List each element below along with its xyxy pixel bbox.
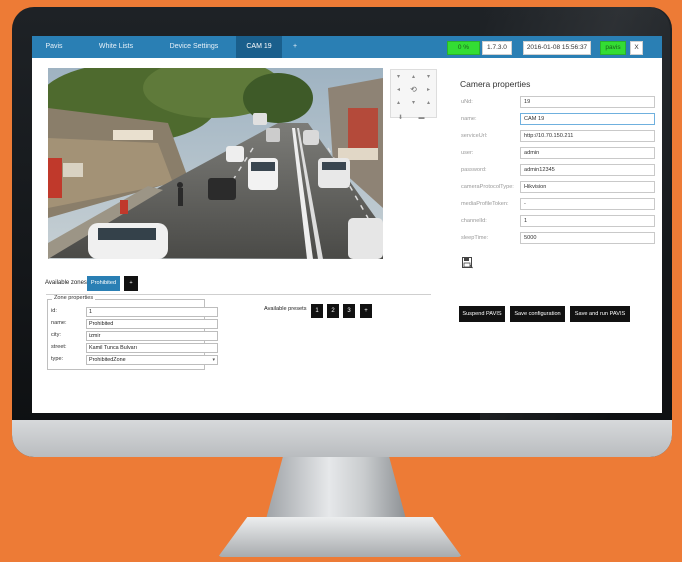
save-configuration-button[interactable]: Save configuration xyxy=(510,306,565,322)
label-media-profile-token: mediaProfileToken: xyxy=(461,201,509,207)
field-media-profile-token[interactable]: - xyxy=(520,198,655,210)
label-password: password: xyxy=(461,167,487,173)
top-nav-bar: Pavis White Lists Device Settings CAM 19… xyxy=(32,36,662,58)
progress-percent: 0 % xyxy=(447,41,480,55)
zone-label-street: street: xyxy=(51,344,67,350)
label-camera-protocol-type: cameraProtocolType: xyxy=(461,184,514,190)
user-badge[interactable]: pavis xyxy=(600,41,626,55)
preset-button-2[interactable]: 2 xyxy=(327,304,339,318)
zoom-out-icon[interactable]: ⬇ xyxy=(394,112,407,124)
zone-type-value: ProhibitedZone xyxy=(89,357,126,363)
zone-field-id[interactable]: 1 xyxy=(86,307,218,317)
monitor-chin xyxy=(12,420,672,457)
close-button[interactable]: X xyxy=(630,41,643,55)
ptz-up-button[interactable]: ▴ xyxy=(407,71,420,83)
label-name: name: xyxy=(461,116,477,122)
ptz-up-right-button[interactable]: ▾ xyxy=(422,71,435,83)
zone-label-city: city: xyxy=(51,332,61,338)
ptz-down-right-button[interactable]: ▴ xyxy=(422,97,435,109)
field-password[interactable]: admin12345 xyxy=(520,164,655,176)
field-uid[interactable]: 19 xyxy=(520,96,655,108)
monitor-stand-base xyxy=(218,517,462,557)
label-uid: uNd: xyxy=(461,99,473,105)
tab-cam-19[interactable]: CAM 19 xyxy=(236,36,282,58)
save-icon[interactable] xyxy=(462,257,473,269)
ptz-down-left-button[interactable]: ▴ xyxy=(392,97,405,109)
available-presets-label: Available presets xyxy=(264,306,307,312)
ptz-up-left-button[interactable]: ▾ xyxy=(392,71,405,83)
preset-button-1[interactable]: 1 xyxy=(311,304,323,318)
chevron-down-icon: ▾ xyxy=(212,357,215,363)
ptz-left-button[interactable]: ◂ xyxy=(392,84,405,96)
tab-white-lists[interactable]: White Lists xyxy=(80,36,152,58)
add-zone-button[interactable]: + xyxy=(124,276,138,291)
preset-button-3[interactable]: 3 xyxy=(343,304,355,318)
field-sleep-time[interactable]: 5000 xyxy=(520,232,655,244)
label-channel-id: channelId: xyxy=(461,218,487,224)
field-camera-protocol-type[interactable]: Hikvision xyxy=(520,181,655,193)
zone-field-street[interactable]: Kamil Tunca Bulvarı xyxy=(86,343,218,353)
zone-field-name[interactable]: Prohibited xyxy=(86,319,218,329)
monitor-stand-neck xyxy=(266,457,406,519)
ptz-right-button[interactable]: ▸ xyxy=(422,84,435,96)
zone-label-id: id: xyxy=(51,308,57,314)
ptz-home-icon[interactable]: ⟲ xyxy=(407,84,420,96)
zone-properties-box: id: 1 name: Prohibited city: izmir stree… xyxy=(47,299,218,370)
field-channel-id[interactable]: 1 xyxy=(520,215,655,227)
save-and-run-pavis-button[interactable]: Save and run PAVIS xyxy=(570,306,630,322)
zone-label-name: name: xyxy=(51,320,67,326)
zones-divider xyxy=(46,294,431,295)
zone-chip-prohibited[interactable]: Prohibited xyxy=(87,276,120,291)
zone-field-city[interactable]: izmir xyxy=(86,331,218,341)
suspend-pavis-button[interactable]: Suspend PAVIS xyxy=(459,306,505,322)
ptz-down-button[interactable]: ▾ xyxy=(407,97,420,109)
label-service-url: serviceUrl: xyxy=(461,133,488,139)
ptz-control-panel: ▾ ▴ ▾ ◂ ⟲ ▸ ▴ ▾ ▴ xyxy=(390,69,437,118)
zoom-in-icon[interactable]: ▬ xyxy=(415,112,428,124)
field-service-url[interactable]: http://10.70.150.211 xyxy=(520,130,655,142)
tab-add[interactable]: + xyxy=(284,36,306,58)
app-screen: Pavis White Lists Device Settings CAM 19… xyxy=(32,36,662,413)
label-sleep-time: sleepTime: xyxy=(461,235,489,241)
camera-feed[interactable] xyxy=(48,68,383,259)
zone-type-select[interactable]: ProhibitedZone ▾ xyxy=(86,355,218,365)
zone-properties-legend: Zone properties xyxy=(52,295,96,301)
version-badge: 1.7.3.0 xyxy=(482,41,512,55)
label-user: user: xyxy=(461,150,474,156)
add-preset-button[interactable]: + xyxy=(360,304,372,318)
field-name[interactable]: CAM 19 xyxy=(520,113,655,125)
tab-pavis[interactable]: Pavis xyxy=(32,36,76,58)
tab-device-settings[interactable]: Device Settings xyxy=(154,36,234,58)
field-user[interactable]: admin xyxy=(520,147,655,159)
datetime-display: 2016-01-08 15:56:37 xyxy=(523,41,591,55)
camera-properties-title: Camera properties xyxy=(460,79,531,89)
available-zones-label: Available zones xyxy=(45,280,87,286)
zone-label-type: type: xyxy=(51,356,64,362)
